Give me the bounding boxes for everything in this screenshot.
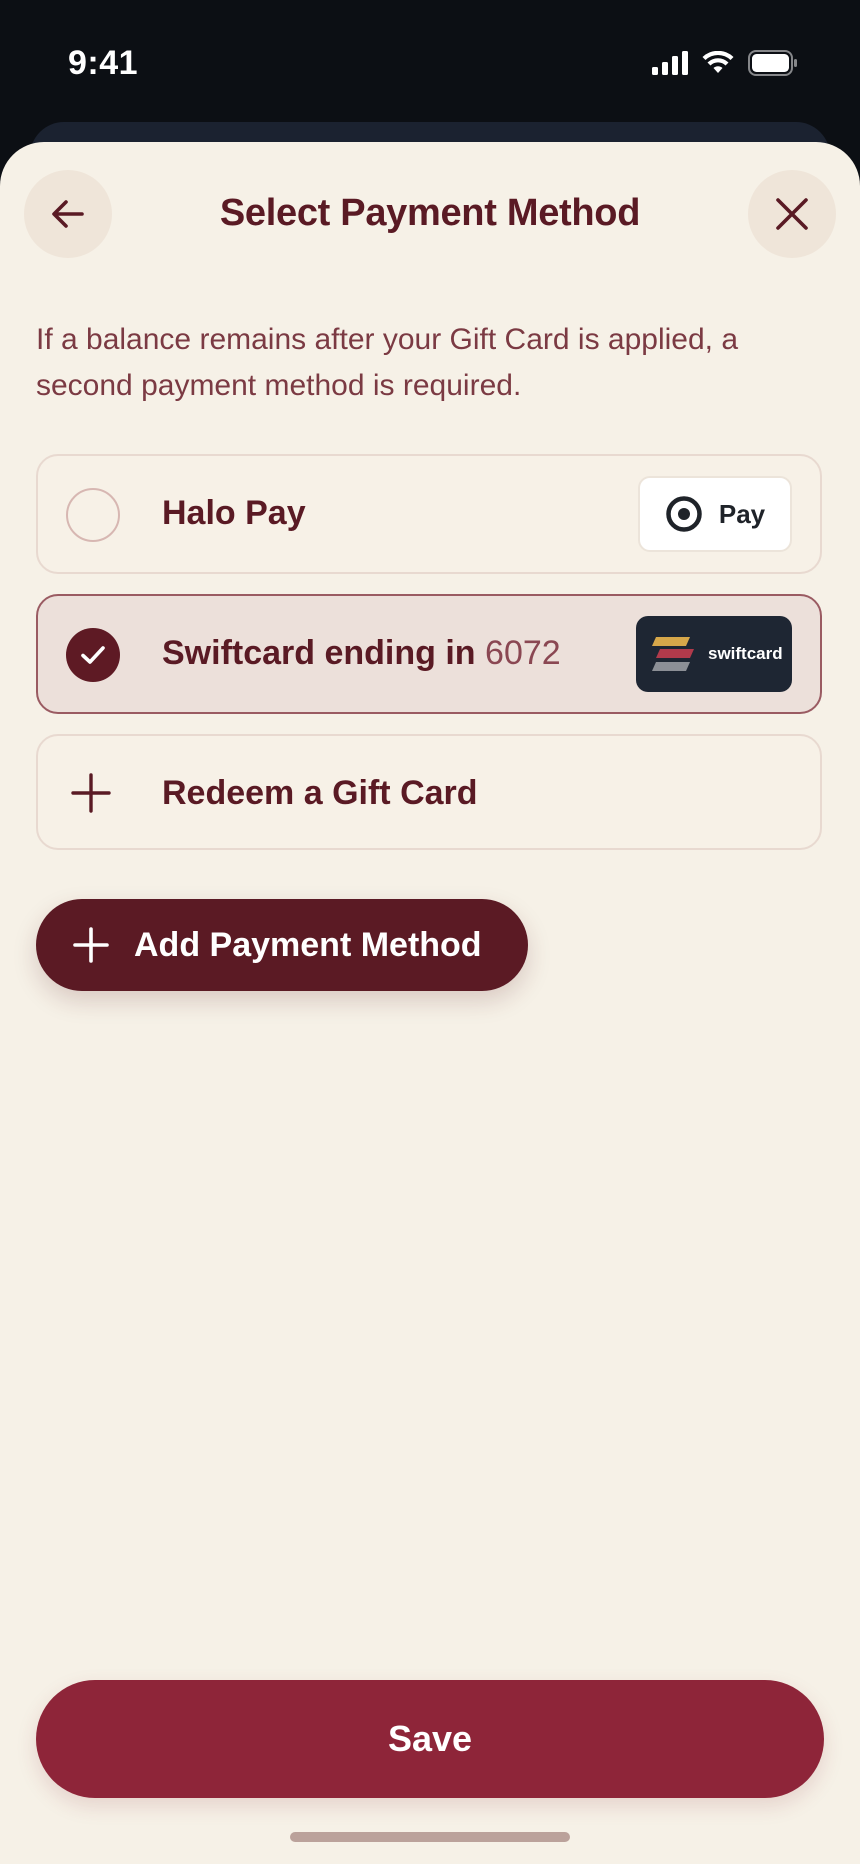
add-payment-method-button[interactable]: Add Payment Method: [36, 899, 528, 991]
save-button[interactable]: Save: [36, 1680, 824, 1798]
option-label: Swiftcard ending in 6072: [162, 634, 561, 673]
balance-notice: If a balance remains after your Gift Car…: [36, 323, 739, 402]
plus-icon: [73, 927, 109, 963]
sheet-header: Select Payment Method: [0, 170, 860, 260]
cellular-signal-icon: [652, 51, 688, 75]
home-indicator: [290, 1832, 570, 1842]
card-last-four: 6072: [485, 634, 561, 672]
radio-unselected[interactable]: [66, 488, 120, 542]
option-label: Redeem a Gift Card: [162, 774, 478, 812]
badge-text: swiftcard: [708, 644, 783, 663]
status-icons: [652, 50, 798, 76]
add-payment-method-label: Add Payment Method: [134, 925, 482, 964]
radio-selected[interactable]: [66, 628, 120, 682]
option-label-text: Swiftcard ending in: [162, 634, 476, 672]
checkmark-icon: [81, 646, 105, 664]
redeem-gift-card-option[interactable]: Redeem a Gift Card: [36, 734, 822, 850]
option-label: Halo Pay: [162, 494, 306, 532]
plus-icon: [71, 773, 111, 813]
badge-text: Pay: [718, 498, 766, 529]
status-bar: 9:41: [0, 0, 860, 120]
close-button[interactable]: [748, 170, 836, 258]
halo-pay-badge: Pay: [638, 476, 792, 552]
close-icon: [776, 198, 808, 230]
wifi-icon: [702, 51, 734, 73]
payment-method-sheet: Select Payment Method If a balance remai…: [0, 142, 860, 1864]
status-time: 9:41: [68, 44, 139, 82]
swiftcard-stripes-icon: [652, 637, 694, 671]
swiftcard-badge: swiftcard: [636, 616, 792, 692]
battery-icon: [748, 50, 797, 76]
target-ring-icon: [666, 496, 702, 532]
save-button-label: Save: [387, 1718, 473, 1759]
page-title: Select Payment Method: [219, 192, 641, 234]
payment-option-halo-pay[interactable]: Halo Pay Pay: [36, 454, 822, 574]
payment-option-swiftcard[interactable]: Swiftcard ending in 6072 swiftcard: [36, 594, 822, 714]
